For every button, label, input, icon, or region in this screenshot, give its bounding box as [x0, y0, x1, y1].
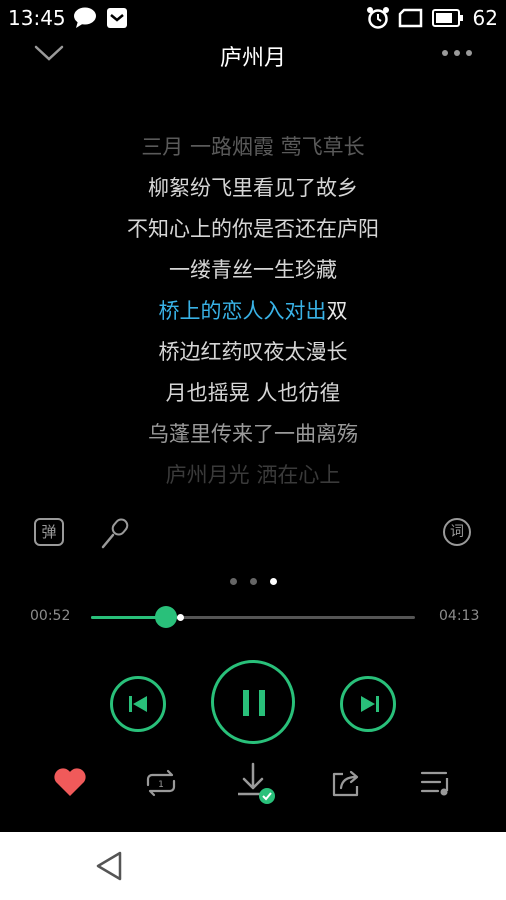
lyric-line-current: 桥上的恋人入对出双 — [0, 298, 506, 324]
mail-notification-icon — [107, 8, 127, 28]
song-title: 庐州月 — [219, 46, 286, 71]
page-indicator-dot[interactable] — [230, 578, 237, 585]
lyric-line: 三月 一路烟霞 莺飞草长 — [141, 135, 365, 159]
skip-previous-icon — [129, 696, 147, 712]
download-done-icon[interactable] — [236, 762, 278, 806]
lyrics-settings-label: 词 — [450, 524, 464, 540]
lyric-line: 不知心上的你是否还在庐阳 — [127, 217, 379, 241]
repeat-icon[interactable]: 1 — [143, 768, 179, 798]
page-indicator-dot[interactable] — [250, 578, 257, 585]
danmu-button[interactable]: 弹 — [34, 518, 64, 546]
battery-icon — [432, 9, 463, 27]
status-time: 13:45 — [8, 6, 66, 30]
alarm-icon — [367, 7, 389, 29]
lyric-line: 庐州月光 洒在心上 — [165, 463, 341, 487]
lyric-line: 月也摇晃 人也彷徨 — [165, 381, 341, 405]
lyric-sung-part: 桥上的恋人入对出 — [158, 299, 327, 323]
system-nav-bar — [0, 832, 506, 900]
microphone-icon[interactable] — [99, 516, 133, 552]
total-time: 04:13 — [439, 608, 480, 624]
message-notification-icon — [74, 7, 96, 28]
skip-next-icon — [361, 696, 379, 712]
sim-card-icon — [398, 8, 423, 28]
danmu-label: 弹 — [41, 523, 57, 541]
lyric-line: 柳絮纷飞里看见了故乡 — [148, 176, 358, 200]
pause-icon — [243, 690, 265, 716]
battery-level: 62 — [472, 6, 498, 30]
lyric-unsung-part: 双 — [326, 299, 348, 323]
more-dots-icon[interactable] — [440, 48, 474, 58]
previous-button[interactable] — [110, 676, 166, 732]
status-bar: 13:45 62 — [0, 0, 506, 36]
lyric-line: 桥边红药叹夜太漫长 — [158, 340, 348, 364]
svg-text:1: 1 — [158, 780, 164, 790]
lyric-line: 一缕青丝一生珍藏 — [169, 258, 337, 282]
page-indicator-dot-active[interactable] — [270, 578, 277, 585]
playlist-icon[interactable] — [420, 768, 456, 798]
play-pause-button[interactable] — [211, 660, 295, 744]
buffer-marker — [176, 614, 184, 621]
next-button[interactable] — [340, 676, 396, 732]
back-triangle-icon[interactable] — [94, 850, 124, 882]
lyric-line: 乌蓬里传来了一曲离殇 — [148, 422, 358, 446]
share-icon[interactable] — [330, 768, 362, 798]
heart-icon[interactable] — [53, 767, 87, 797]
lyrics-settings-button[interactable]: 词 — [443, 518, 471, 546]
elapsed-time: 00:52 — [30, 608, 71, 624]
progress-thumb[interactable] — [154, 606, 177, 628]
